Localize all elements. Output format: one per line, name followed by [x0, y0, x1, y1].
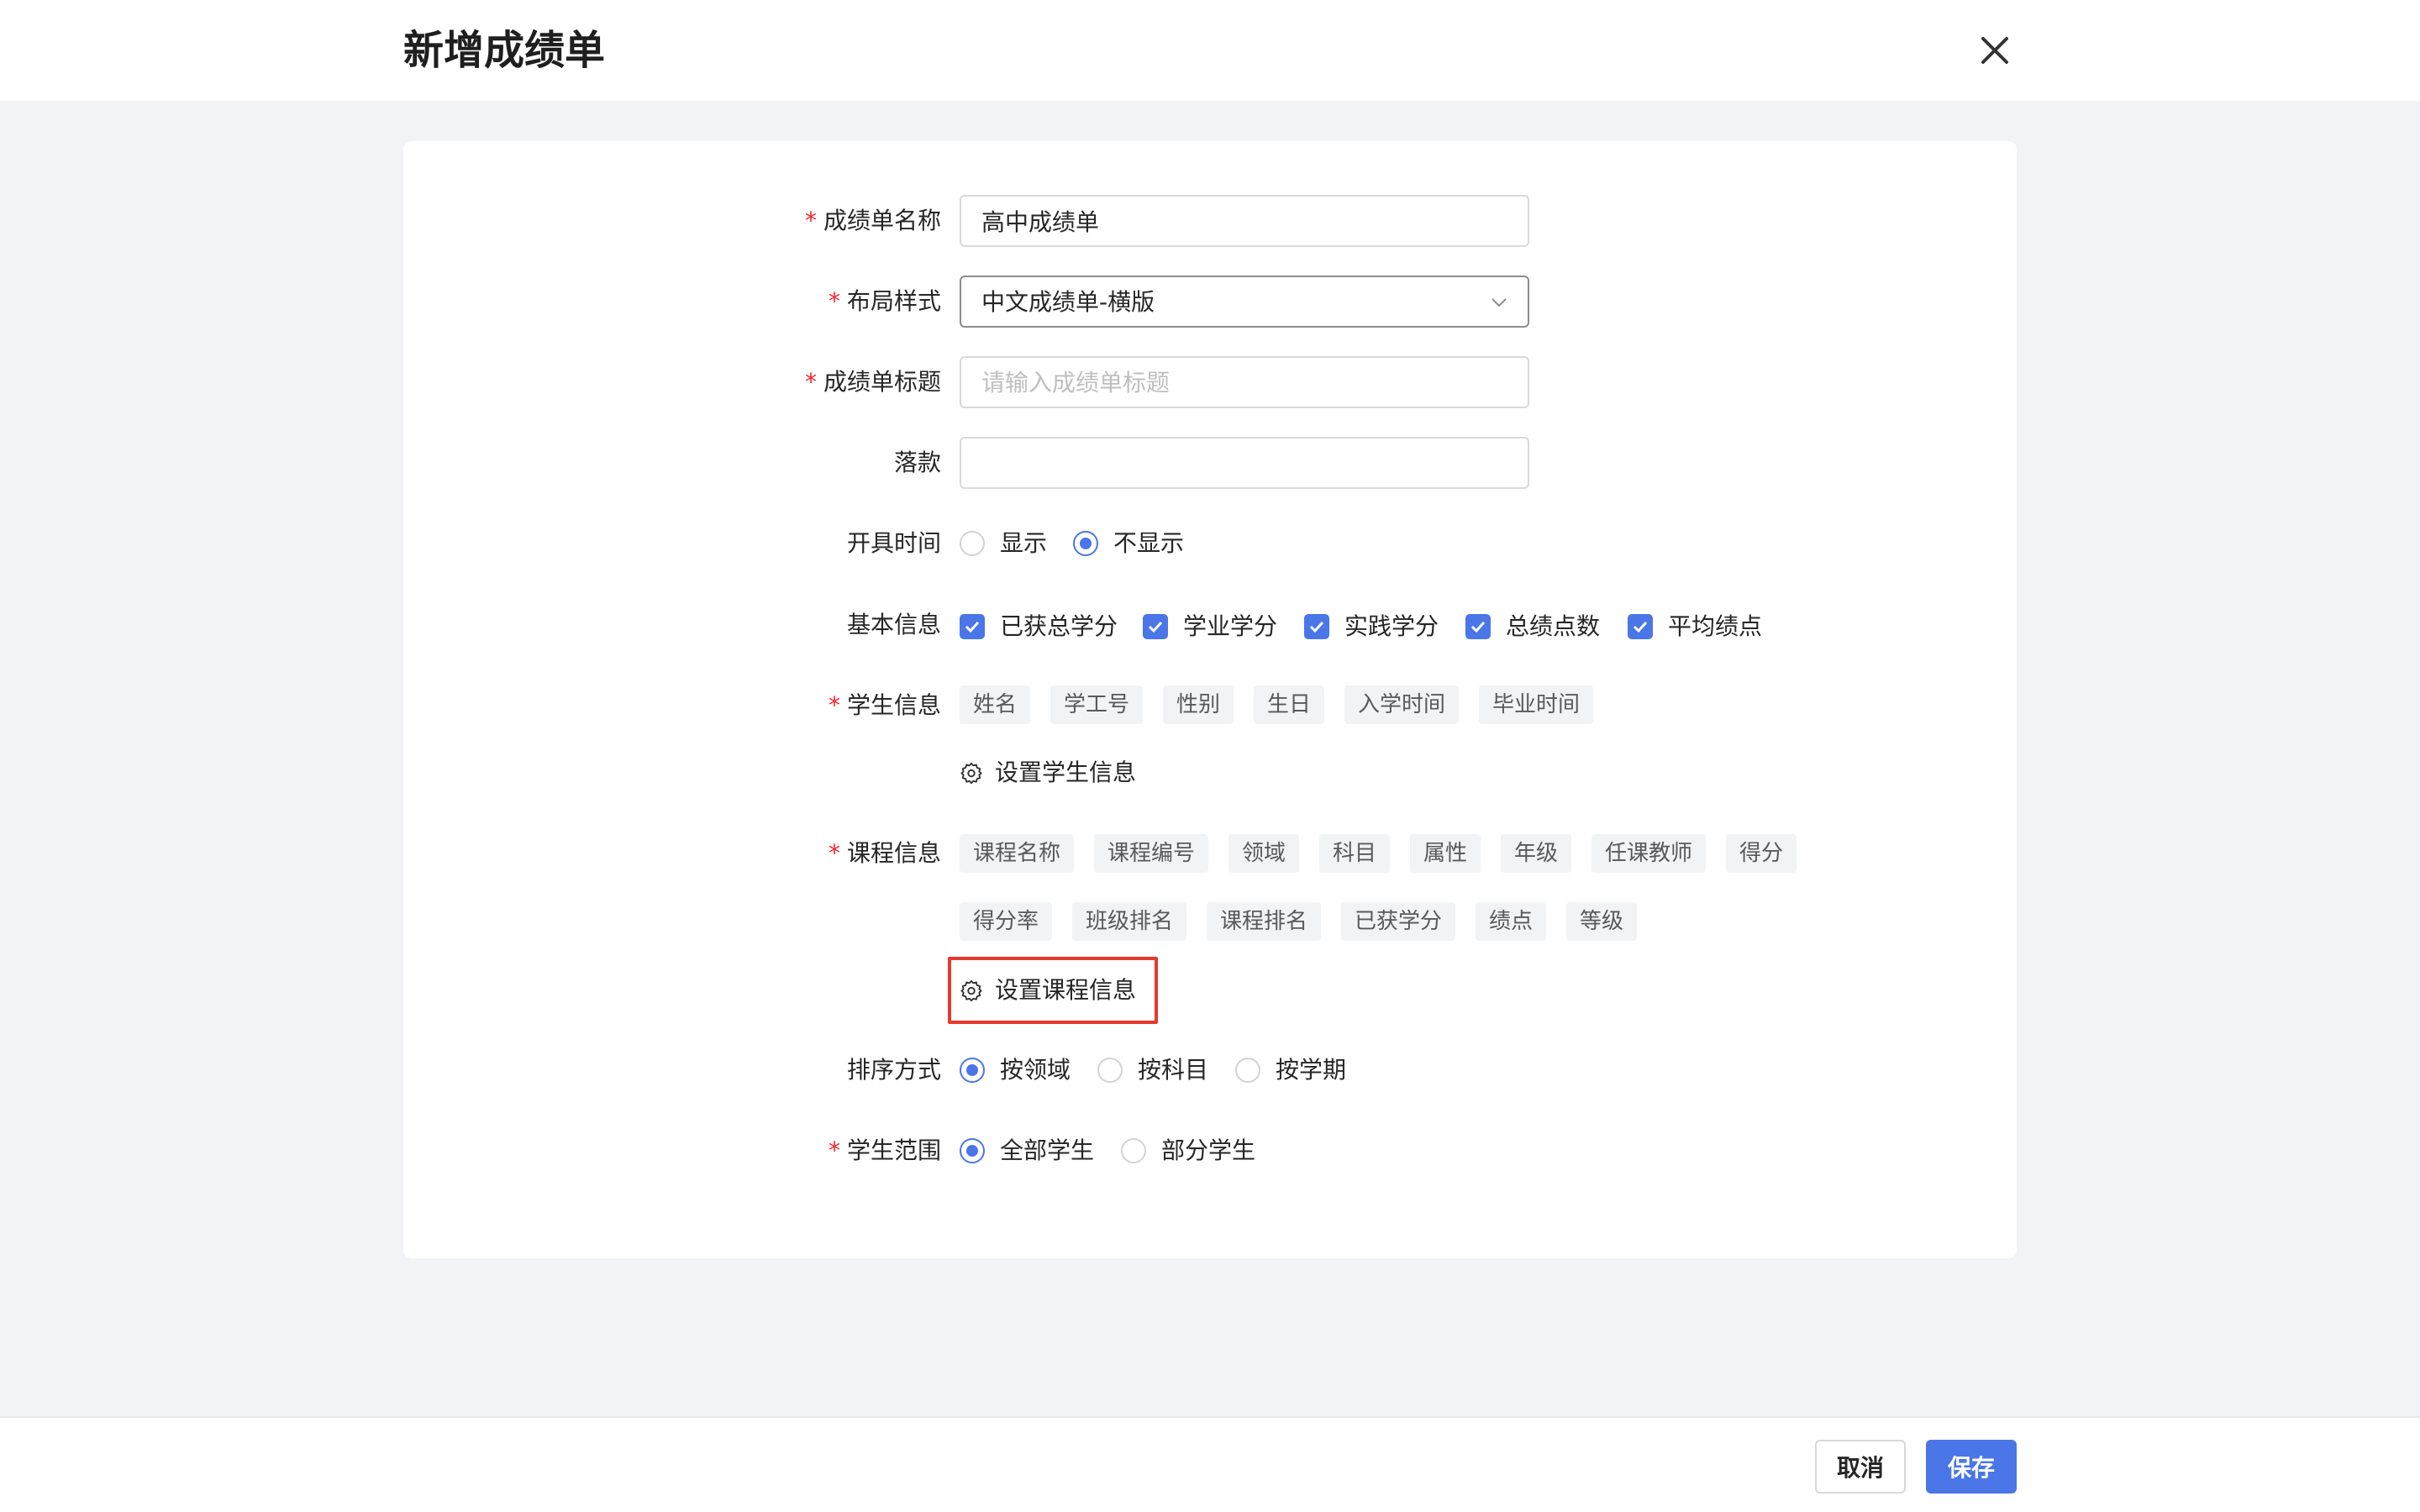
- basic-info-checkbox-total-gpa[interactable]: 总绩点数: [1465, 610, 1600, 643]
- required-mark: *: [828, 287, 840, 315]
- course-info-tag: 属性: [1410, 834, 1481, 873]
- checkbox-checked-icon: [1304, 614, 1329, 639]
- issue-time-radio-hide[interactable]: 不显示: [1073, 527, 1184, 560]
- course-info-tag: 科目: [1319, 834, 1391, 873]
- basic-info-checkbox-academic-credits[interactable]: 学业学分: [1143, 610, 1277, 643]
- course-info-tag: 得分率: [960, 902, 1053, 941]
- issue-time-label: 开具时间: [846, 529, 941, 557]
- student-info-tag: 毕业时间: [1479, 685, 1594, 724]
- course-info-tag: 绩点: [1476, 902, 1547, 941]
- sort-radio-by-domain[interactable]: 按领域: [960, 1053, 1071, 1087]
- basic-info-checkbox-practice-credits[interactable]: 实践学分: [1304, 610, 1439, 643]
- page-title: 新增成绩单: [403, 27, 606, 74]
- close-button[interactable]: [1975, 30, 2015, 71]
- student-info-tag: 性别: [1163, 685, 1234, 724]
- checkbox-checked-icon: [1465, 614, 1491, 639]
- sort-radio-by-subject[interactable]: 按科目: [1097, 1053, 1208, 1087]
- name-input[interactable]: [960, 195, 1529, 247]
- radio-icon: [1235, 1058, 1260, 1083]
- scope-radio-partial[interactable]: 部分学生: [1121, 1134, 1255, 1168]
- chevron-down-icon: [1491, 298, 1507, 307]
- basic-info-label: 基本信息: [846, 611, 941, 638]
- student-info-tag: 生日: [1254, 685, 1325, 724]
- issue-time-radio-show[interactable]: 显示: [960, 527, 1047, 560]
- course-info-tag: 年级: [1501, 834, 1572, 873]
- checkbox-checked-icon: [960, 614, 985, 639]
- required-mark: *: [828, 839, 840, 867]
- set-student-info-button[interactable]: 设置学生信息: [960, 756, 1136, 790]
- radio-checked-icon: [960, 1058, 985, 1083]
- scope-label: * 学生范围: [828, 1137, 941, 1164]
- signature-label: 落款: [893, 449, 941, 476]
- required-mark: *: [828, 691, 840, 719]
- course-info-tag: 得分: [1726, 834, 1797, 873]
- course-info-tag: 任课教师: [1591, 834, 1707, 873]
- dialog-header: 新增成绩单: [0, 0, 2420, 101]
- radio-icon: [1097, 1058, 1123, 1083]
- course-info-tag: 课程名称: [960, 834, 1075, 873]
- scope-radio-all[interactable]: 全部学生: [960, 1134, 1094, 1168]
- course-info-label: * 课程信息: [828, 839, 941, 867]
- basic-info-checkbox-average-gpa[interactable]: 平均绩点: [1628, 610, 1762, 643]
- sort-label: 排序方式: [846, 1056, 941, 1084]
- checkbox-checked-icon: [1628, 614, 1653, 639]
- required-mark: *: [804, 368, 817, 396]
- signature-input[interactable]: [960, 437, 1529, 489]
- radio-checked-icon: [1073, 531, 1098, 556]
- student-info-tag: 姓名: [960, 685, 1031, 724]
- gear-icon: [960, 762, 982, 785]
- student-info-tag: 学工号: [1050, 685, 1144, 724]
- course-info-tag: 已获学分: [1341, 902, 1456, 941]
- name-label: * 成绩单名称: [804, 207, 941, 234]
- layout-select[interactable]: 中文成绩单-横版: [960, 276, 1529, 328]
- cancel-button[interactable]: 取消: [1815, 1440, 1906, 1494]
- course-info-tag: 等级: [1566, 902, 1638, 941]
- required-mark: *: [804, 207, 817, 234]
- radio-icon: [960, 531, 985, 556]
- dialog-footer: 取消 保存: [0, 1416, 2420, 1512]
- course-info-tag: 班级排名: [1072, 902, 1187, 941]
- title-input[interactable]: [960, 356, 1529, 408]
- basic-info-checkbox-total-credits[interactable]: 已获总学分: [960, 610, 1118, 643]
- checkbox-checked-icon: [1143, 614, 1168, 639]
- layout-label: * 布局样式: [828, 287, 941, 315]
- highlight-box: [948, 957, 1158, 1024]
- course-info-tag: 领域: [1228, 834, 1300, 873]
- sort-radio-by-term[interactable]: 按学期: [1235, 1053, 1346, 1087]
- required-mark: *: [828, 1137, 840, 1164]
- radio-checked-icon: [960, 1138, 985, 1163]
- radio-icon: [1121, 1138, 1146, 1163]
- student-info-label: * 学生信息: [828, 691, 941, 719]
- course-info-tag: 课程编号: [1094, 834, 1209, 873]
- layout-select-value: 中文成绩单-横版: [981, 288, 1155, 316]
- close-icon: [1981, 37, 2008, 64]
- title-label: * 成绩单标题: [804, 368, 941, 396]
- course-info-tag: 课程排名: [1207, 902, 1322, 941]
- save-button[interactable]: 保存: [1926, 1440, 2017, 1494]
- student-info-tag: 入学时间: [1344, 685, 1460, 724]
